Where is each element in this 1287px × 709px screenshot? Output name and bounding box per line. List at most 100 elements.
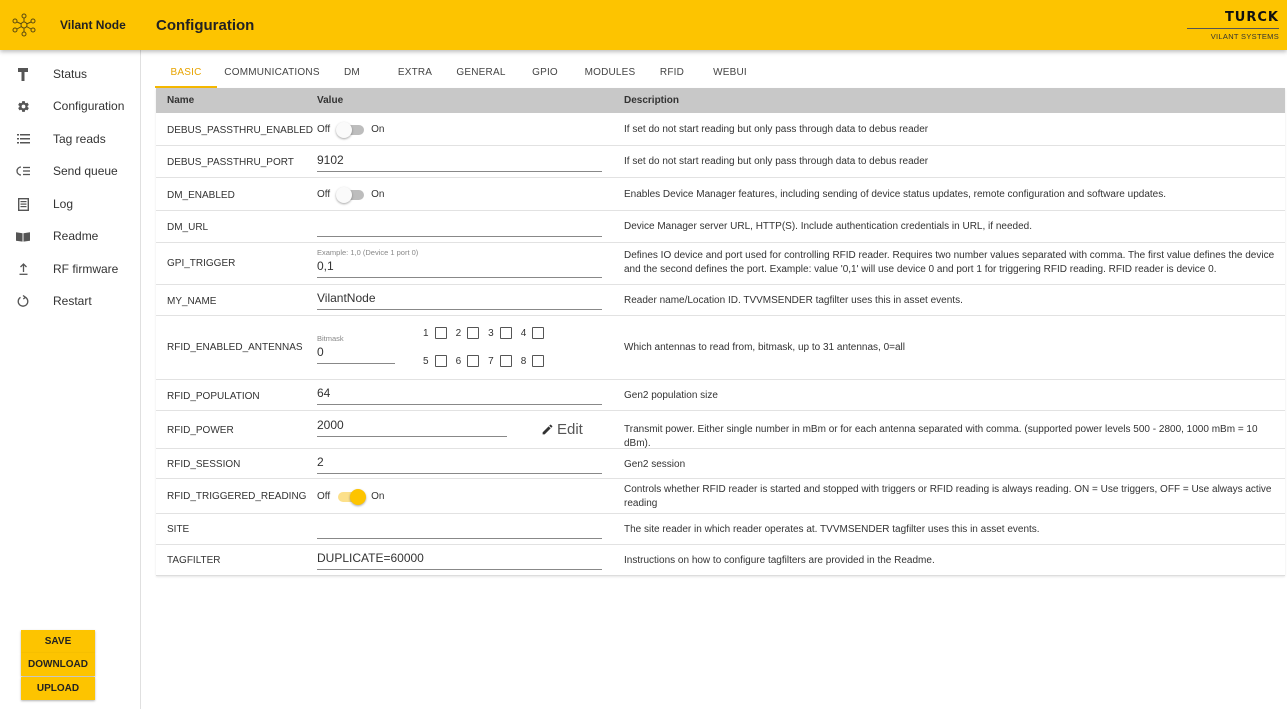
dm-enabled-toggle[interactable]: Off On — [317, 186, 385, 203]
table-header: Name Value Description — [156, 88, 1285, 113]
toggle-switch[interactable] — [336, 186, 365, 203]
toggle-switch[interactable] — [338, 488, 367, 505]
antenna-7-checkbox[interactable]: 7 — [488, 355, 512, 367]
setting-description: Enables Device Manager features, includi… — [624, 189, 1166, 200]
tab-dm[interactable]: DM — [338, 60, 366, 88]
edit-label: Edit — [557, 421, 583, 438]
antenna-1-checkbox[interactable]: 1 — [423, 327, 447, 339]
tab-modules[interactable]: MODULES — [583, 60, 637, 88]
antenna-2-checkbox[interactable]: 2 — [456, 327, 480, 339]
field-hint: Bitmask — [317, 334, 344, 343]
toggle-off-label: Off — [317, 189, 331, 200]
rfid-population-field[interactable]: 64 — [317, 383, 602, 405]
table-row: RFID_POPULATION 64 Gen2 population size — [156, 380, 1285, 411]
page-title: Configuration — [156, 17, 255, 34]
setting-description: Which antennas to read from, bitmask, up… — [624, 342, 905, 353]
debus-passthru-toggle[interactable]: Off On — [317, 121, 385, 138]
rfid-triggered-reading-toggle[interactable]: Off On — [317, 488, 385, 505]
field-value: 0 — [317, 345, 324, 359]
table-row: DEBUS_PASSTHRU_PORT 9102 If set do not s… — [156, 146, 1285, 178]
tagfilter-field[interactable]: DUPLICATE=60000 — [317, 548, 602, 570]
sidebar-item-rf-firmware[interactable]: RF firmware — [0, 253, 140, 285]
setting-description: Reader name/Location ID. TVVMSENDER tagf… — [624, 295, 963, 306]
tab-basic[interactable]: BASIC — [155, 60, 217, 88]
toggle-on-label: On — [371, 124, 385, 135]
setting-description: Defines IO device and port used for cont… — [624, 250, 1275, 275]
setting-name: MY_NAME — [167, 296, 217, 307]
tab-extra[interactable]: EXTRA — [395, 60, 435, 88]
column-header-description: Description — [624, 95, 680, 106]
table-row: TAGFILTER DUPLICATE=60000 Instructions o… — [156, 545, 1285, 575]
table-row: DM_URL Device Manager server URL, HTTP(S… — [156, 211, 1285, 243]
debus-passthru-port-field[interactable]: 9102 — [317, 150, 602, 172]
download-button[interactable]: DOWNLOAD — [21, 653, 95, 676]
toggle-switch[interactable] — [336, 121, 365, 138]
setting-description: The site reader in which reader operates… — [624, 524, 1040, 535]
antenna-3-checkbox[interactable]: 3 — [488, 327, 512, 339]
antenna-checkbox-row-1: 1 2 3 4 — [423, 327, 553, 339]
site-field[interactable] — [317, 517, 602, 539]
sidebar-item-send-queue[interactable]: Send queue — [0, 155, 140, 187]
checkbox-box[interactable] — [467, 327, 480, 339]
sidebar-item-configuration[interactable]: Configuration — [0, 90, 140, 122]
antenna-4-checkbox[interactable]: 4 — [521, 327, 545, 339]
tab-rfid[interactable]: RFID — [657, 60, 687, 88]
setting-name: RFID_TRIGGERED_READING — [167, 491, 307, 502]
antenna-6-checkbox[interactable]: 6 — [456, 355, 480, 367]
sidebar-item-readme[interactable]: Readme — [0, 220, 140, 252]
table-row: SITE The site reader in which reader ope… — [156, 514, 1285, 545]
app-name: Vilant Node — [60, 18, 126, 32]
checkbox-box[interactable] — [532, 327, 545, 339]
antenna-8-checkbox[interactable]: 8 — [521, 355, 545, 367]
sidebar-item-label: Tag reads — [53, 132, 106, 146]
top-app-bar: Vilant Node Configuration TURCK VILANT S… — [0, 0, 1287, 50]
setting-description: Controls whether RFID reader is started … — [624, 484, 1272, 509]
checkbox-box[interactable] — [499, 355, 512, 367]
rfid-power-field[interactable]: 2000 — [317, 415, 507, 437]
checkbox-box[interactable] — [434, 327, 447, 339]
toggle-on-label: On — [371, 189, 385, 200]
table-row: RFID_TRIGGERED_READING Off On Controls w… — [156, 479, 1285, 514]
sidebar-item-tag-reads[interactable]: Tag reads — [0, 123, 140, 155]
restart-icon — [16, 294, 30, 308]
checkbox-box[interactable] — [499, 327, 512, 339]
table-row: RFID_SESSION 2 Gen2 session — [156, 449, 1285, 479]
setting-name: RFID_SESSION — [167, 459, 241, 470]
hammer-icon — [16, 67, 30, 81]
config-table: Name Value Description DEBUS_PASSTHRU_EN… — [156, 88, 1285, 576]
setting-name: RFID_ENABLED_ANTENNAS — [167, 342, 303, 353]
toggle-off-label: Off — [317, 491, 331, 502]
dm-url-field[interactable] — [317, 215, 602, 237]
tab-gpio[interactable]: GPIO — [529, 60, 561, 88]
sidebar-item-log[interactable]: Log — [0, 188, 140, 220]
antenna-bitmask-field[interactable]: Bitmask 0 — [317, 334, 395, 364]
setting-name: DM_ENABLED — [167, 190, 235, 201]
save-button[interactable]: SAVE — [21, 630, 95, 653]
gpi-trigger-field[interactable]: Example: 1,0 (Device 1 port 0) 0,1 — [317, 248, 602, 278]
sidebar-item-label: RF firmware — [53, 262, 119, 276]
column-header-value: Value — [317, 95, 344, 106]
setting-description: Device Manager server URL, HTTP(S). Incl… — [624, 221, 1032, 232]
rfid-session-field[interactable]: 2 — [317, 452, 602, 474]
field-value: VilantNode — [317, 291, 376, 305]
table-row: MY_NAME VilantNode Reader name/Location … — [156, 285, 1285, 316]
my-name-field[interactable]: VilantNode — [317, 288, 602, 310]
sidebar-item-status[interactable]: Status — [0, 58, 140, 90]
sidebar-item-label: Log — [53, 197, 74, 211]
setting-description: Gen2 session — [624, 459, 686, 470]
sidebar-item-label: Restart — [53, 294, 92, 308]
upload-button[interactable]: UPLOAD — [21, 677, 95, 700]
setting-name: DM_URL — [167, 222, 209, 233]
tab-communications[interactable]: COMMUNICATIONS — [219, 60, 325, 88]
tab-general[interactable]: GENERAL — [454, 60, 508, 88]
antenna-5-checkbox[interactable]: 5 — [423, 355, 447, 367]
checkbox-box[interactable] — [467, 355, 480, 367]
sidebar-item-label: Send queue — [53, 164, 118, 178]
tab-webui[interactable]: WEBUI — [712, 60, 748, 88]
checkbox-box[interactable] — [532, 355, 545, 367]
rfid-power-edit-button[interactable]: Edit — [541, 421, 583, 438]
sidebar-item-label: Status — [53, 67, 88, 81]
setting-name: TAGFILTER — [167, 555, 221, 566]
checkbox-box[interactable] — [434, 355, 447, 367]
sidebar-item-restart[interactable]: Restart — [0, 285, 140, 317]
